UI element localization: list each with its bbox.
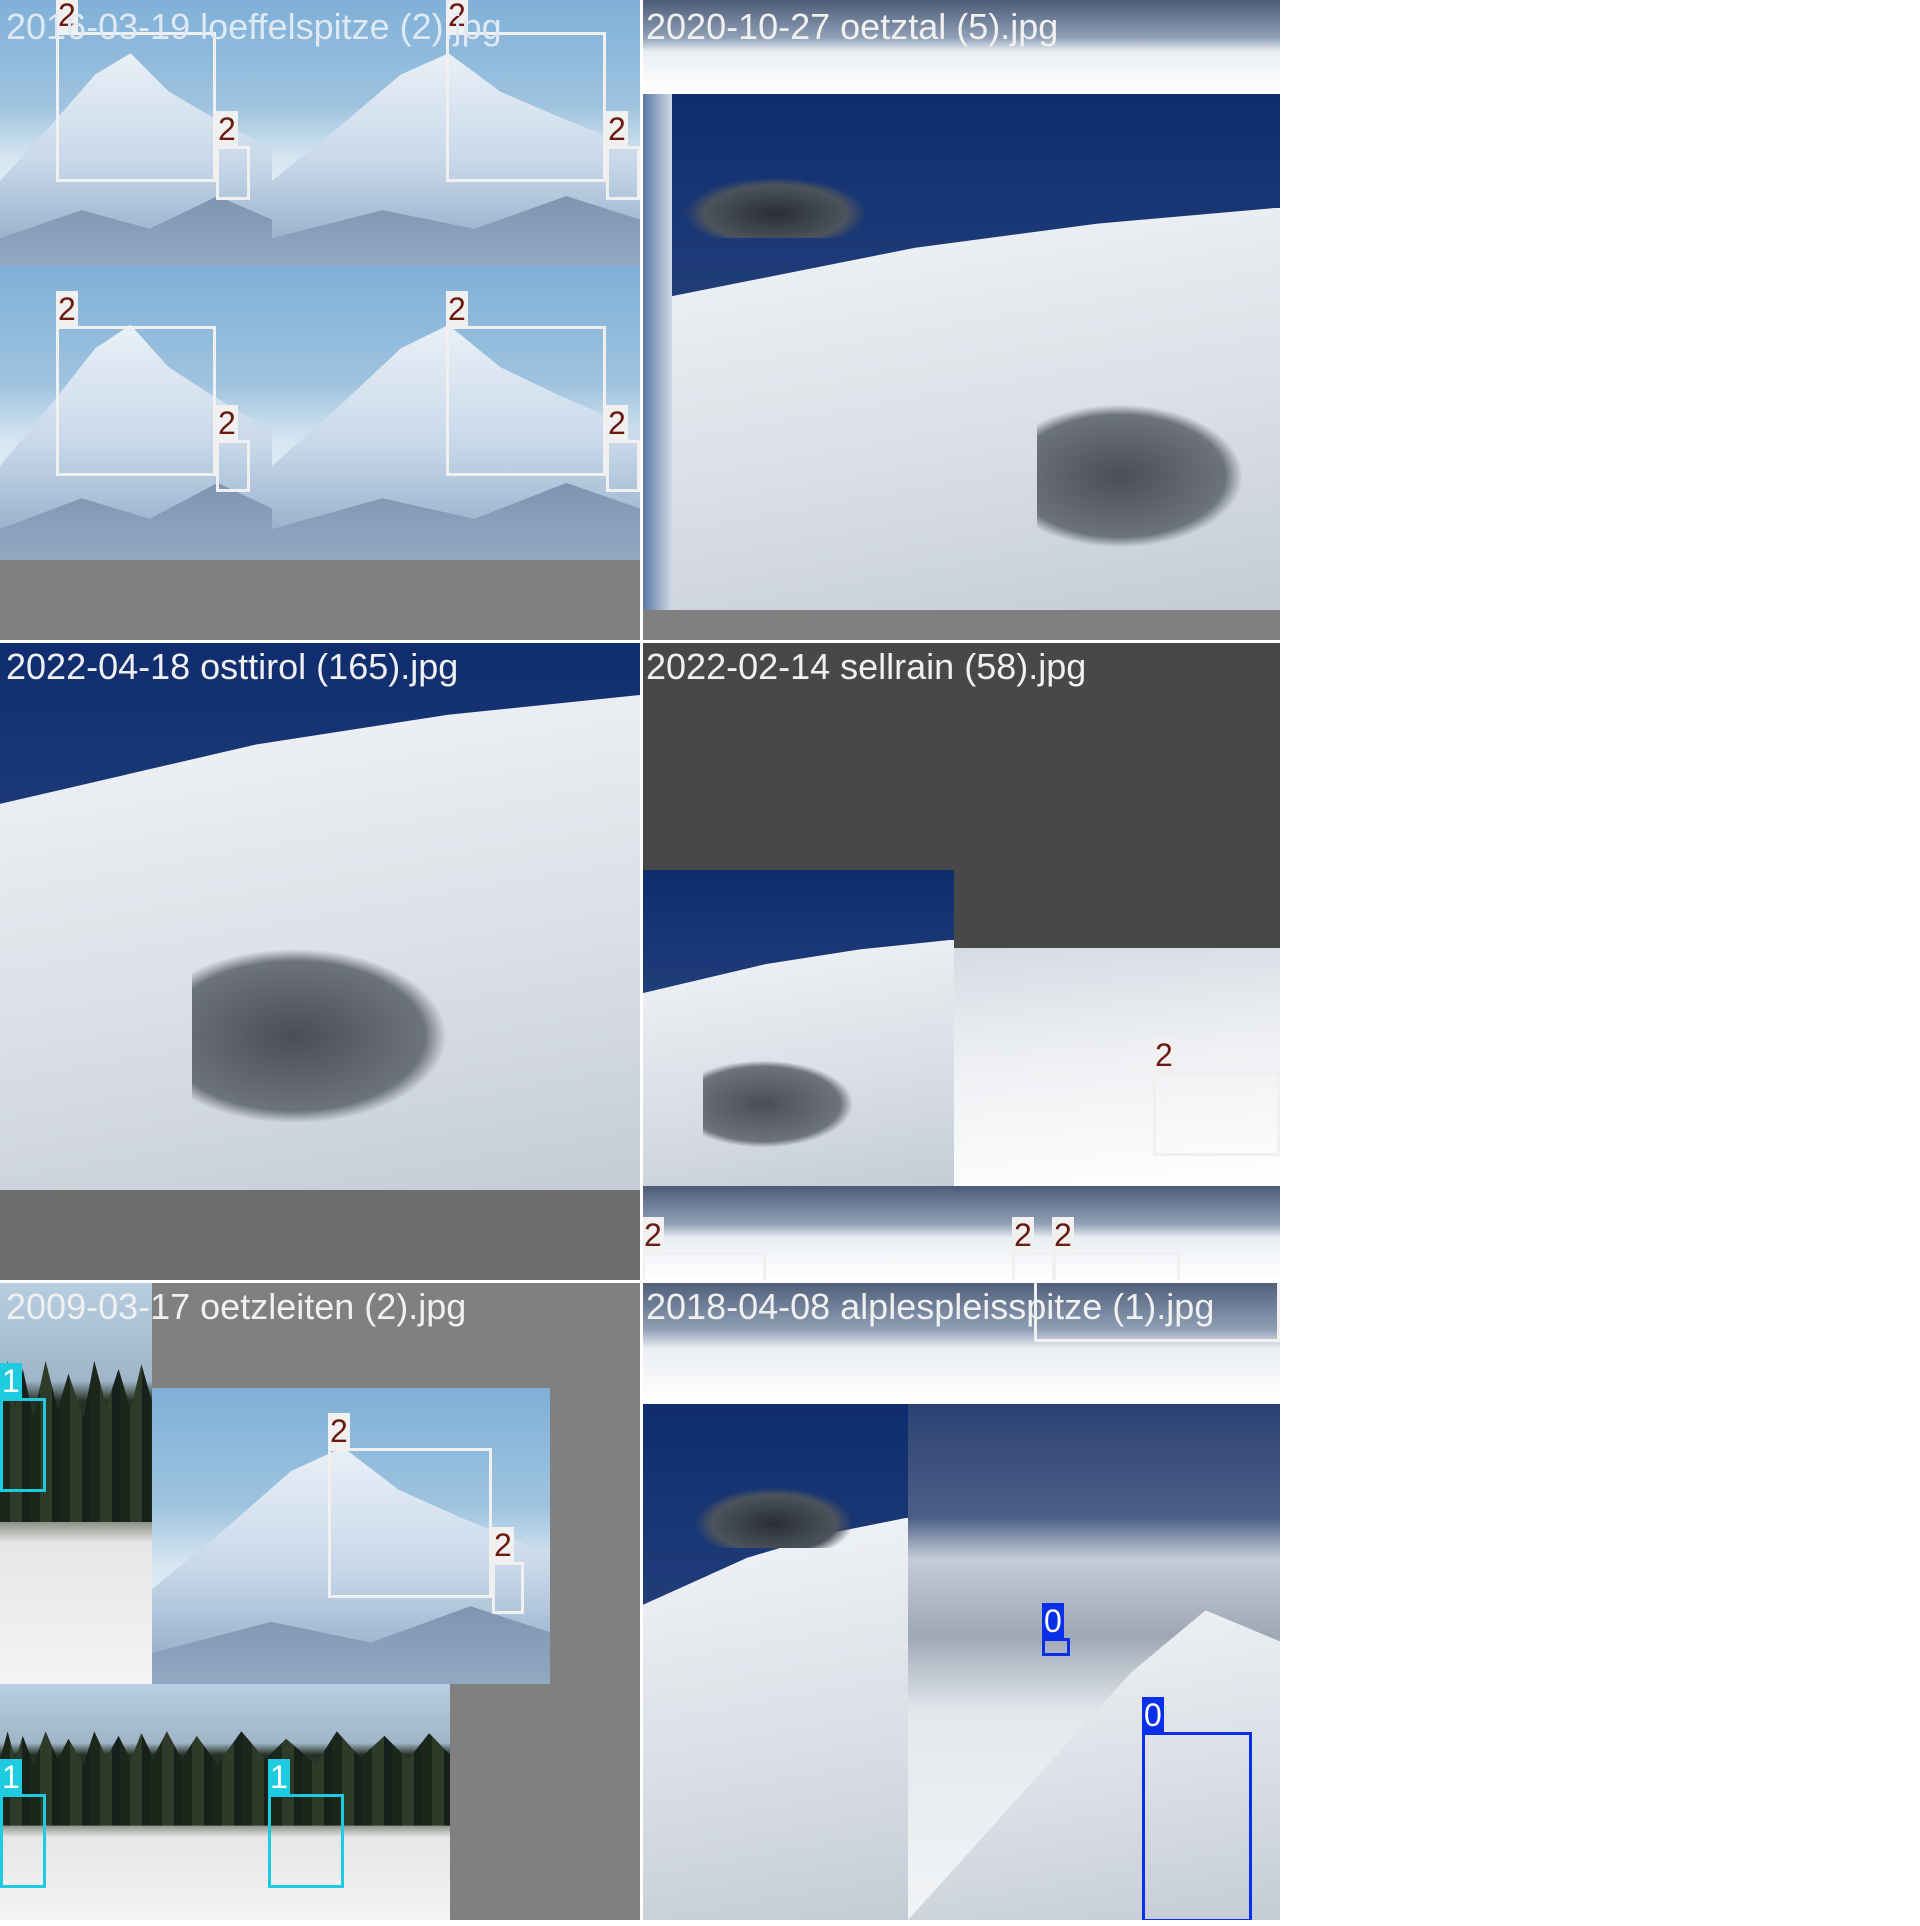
detection-box: 1	[0, 1363, 46, 1492]
mosaic-cell-2: 2020-10-27 oetztal (5).jpg	[640, 0, 1280, 640]
image-tile	[640, 870, 954, 1186]
grid-divider	[640, 0, 643, 1920]
grid-divider	[1280, 0, 1283, 1920]
detection-label: 2	[1052, 1217, 1074, 1253]
detection-label: 2	[328, 1413, 350, 1449]
detection-box: 2	[1153, 1037, 1280, 1156]
detection-box: 2	[606, 405, 640, 492]
grid-divider	[0, 640, 1284, 643]
detection-label: 2	[446, 291, 468, 327]
detection-label: 2	[642, 1217, 664, 1253]
detection-label: 2	[1012, 1217, 1034, 1253]
detection-box: 2	[56, 291, 216, 476]
detection-box: 2	[492, 1527, 524, 1614]
image-tile	[0, 640, 640, 1190]
detection-box: 0	[1042, 1603, 1070, 1656]
detection-box: 0	[1142, 1697, 1252, 1920]
image-filename: 2009-03-17 oetzleiten (2).jpg	[6, 1286, 467, 1327]
mosaic-grid: 2 2 2 2 2 2 2 2 2016-03-19 loeffelspitze…	[0, 0, 1284, 1926]
grid-divider	[0, 1280, 1284, 1283]
mosaic-cell-1: 2 2 2 2 2 2 2 2 2016-03-19 loeffelspitze…	[0, 0, 640, 640]
image-filename: 2022-04-18 osttirol (165).jpg	[6, 646, 459, 687]
image-filename: 2016-03-19 loeffelspitze (2).jpg	[6, 6, 502, 47]
detection-label: 2	[56, 291, 78, 327]
detection-label: 0	[1142, 1697, 1164, 1733]
image-tile	[640, 1404, 908, 1920]
detection-label: 2	[216, 111, 238, 147]
detection-box: 1	[0, 1759, 46, 1888]
detection-label: 2	[216, 405, 238, 441]
detection-box: 2	[446, 291, 606, 476]
detection-box: 2	[56, 0, 216, 182]
detection-box: 1	[268, 1759, 344, 1888]
mosaic-cell-6: 0 0 2018-04-08 alplespleisspitze (1).jpg	[640, 1280, 1280, 1920]
detection-label: 2	[606, 405, 628, 441]
detection-box: 2	[446, 0, 606, 182]
detection-box: 2	[606, 111, 640, 200]
detection-label: 0	[1042, 1603, 1064, 1639]
image-tile	[640, 94, 672, 610]
mosaic-cell-5: 1 2 2 1 1 2009-03-17 oetzleiten (2).jpg	[0, 1280, 640, 1920]
image-filename: 2018-04-08 alplespleisspitze (1).jpg	[646, 1286, 1215, 1327]
detection-label: 1	[268, 1759, 290, 1795]
detection-box: 2	[328, 1413, 492, 1598]
detection-box: 2	[216, 111, 250, 200]
detection-label: 1	[0, 1363, 22, 1399]
detection-box: 2	[642, 1217, 766, 1280]
image-filename: 2022-02-14 sellrain (58).jpg	[646, 646, 1087, 687]
detection-box: 2	[216, 405, 250, 492]
image-tile	[672, 94, 1280, 610]
detection-box: 2	[1052, 1217, 1180, 1280]
detection-label: 2	[606, 111, 628, 147]
detection-box: 2	[1012, 1217, 1056, 1280]
detection-label: 2	[492, 1527, 514, 1563]
detection-label: 1	[0, 1759, 22, 1795]
mosaic-cell-4: 2 2 2 2 2022-02-14 sellrain (58).jpg	[640, 640, 1280, 1280]
image-filename: 2020-10-27 oetztal (5).jpg	[646, 6, 1059, 47]
detection-label: 2	[1153, 1037, 1175, 1073]
mosaic-cell-3: 2022-04-18 osttirol (165).jpg	[0, 640, 640, 1280]
